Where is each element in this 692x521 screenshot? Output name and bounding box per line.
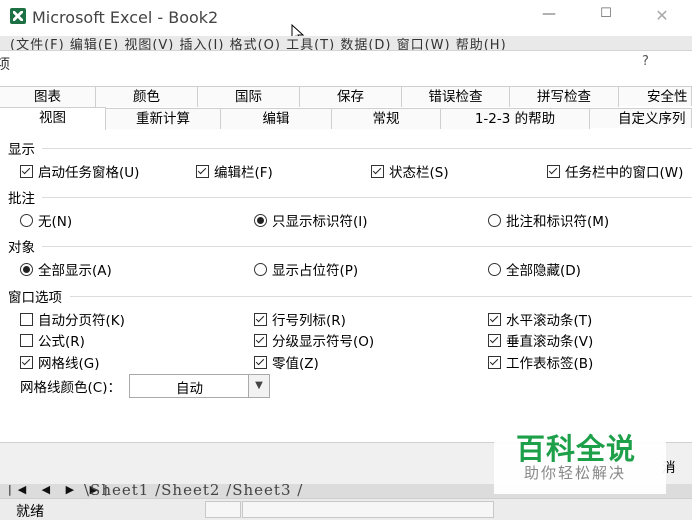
checkbox-icon[interactable] (196, 164, 209, 178)
radio-icon[interactable] (488, 213, 501, 227)
close-button[interactable]: ✕ (650, 6, 674, 30)
checkbox-icon[interactable] (20, 333, 33, 347)
tab-edit[interactable]: 编辑 (221, 108, 332, 129)
tab-color[interactable]: 颜色 (96, 86, 198, 107)
option-startup-task-pane[interactable]: 启动任务窗格(U) (20, 162, 139, 181)
tab-security[interactable]: 安全性 (619, 86, 692, 106)
option-windows-in-taskbar[interactable]: 任务栏中的窗口(W) (547, 162, 683, 181)
watermark-subtitle: 助你轻松解决 (524, 464, 627, 482)
title-bar: Microsoft Excel - Book2 — ☐ ✕ (0, 0, 692, 36)
radio-icon[interactable] (20, 262, 33, 276)
option-comments-indicator-only[interactable]: 只显示标识符(I) (254, 211, 368, 230)
tab-lotus-help[interactable]: 1-2-3 的帮助 (441, 108, 590, 129)
cancel-button[interactable]: 消 (662, 456, 692, 478)
section-divider (70, 296, 692, 297)
window-title: Microsoft Excel - Book2 (32, 8, 219, 27)
checkbox-icon[interactable] (20, 164, 33, 178)
radio-icon[interactable] (20, 213, 33, 227)
tab-calculation[interactable]: 重新计算 (106, 108, 221, 129)
gridline-color-value: 自动 (176, 381, 203, 397)
section-divider (42, 246, 692, 247)
watermark-logo: 百科全说 助你轻松解决 (494, 418, 666, 494)
tab-general[interactable]: 常规 (332, 108, 441, 129)
radio-icon[interactable] (254, 262, 267, 276)
checkbox-icon[interactable] (20, 312, 33, 326)
checkbox-icon[interactable] (488, 312, 501, 326)
minimize-button[interactable]: — (537, 6, 561, 30)
radio-icon[interactable] (254, 213, 267, 227)
tab-spelling[interactable]: 拼写检查 (510, 86, 619, 107)
section-title-window-options: 窗口选项 (8, 290, 62, 306)
tab-international[interactable]: 国际 (198, 86, 300, 107)
option-comments-and-indicator[interactable]: 批注和标识符(M) (488, 211, 609, 230)
section-title-show: 显示 (8, 142, 35, 158)
menu-bar[interactable]: (文件(F) 编辑(E) 视图(V) 插入(I) 格式(O) 工具(T) 数据(… (0, 36, 692, 50)
option-hide-all[interactable]: 全部隐藏(D) (488, 260, 581, 279)
status-text: 就绪 (16, 504, 44, 520)
section-title-objects: 对象 (8, 240, 35, 256)
option-zero-values[interactable]: 零值(Z) (254, 353, 319, 372)
option-show-placeholders[interactable]: 显示占位符(P) (254, 260, 358, 279)
option-formulas[interactable]: 公式(R) (20, 331, 85, 350)
gridline-color-select[interactable]: 自动 ▼ (129, 374, 270, 398)
chevron-down-icon[interactable]: ▼ (248, 375, 269, 397)
checkbox-icon[interactable] (254, 333, 267, 347)
section-title-comments: 批注 (8, 191, 35, 207)
help-button[interactable]: ? (642, 54, 649, 69)
option-comments-none[interactable]: 无(N) (20, 211, 72, 230)
option-page-breaks[interactable]: 自动分页符(K) (20, 310, 125, 329)
section-divider (42, 197, 692, 198)
option-show-all[interactable]: 全部显示(A) (20, 260, 112, 279)
option-status-bar[interactable]: 状态栏(S) (371, 162, 449, 181)
tab-error-checking[interactable]: 错误检查 (402, 86, 510, 107)
dialog-title: 项 (0, 57, 10, 73)
option-vertical-scrollbar[interactable]: 垂直滚动条(V) (488, 331, 593, 350)
section-divider (42, 148, 692, 149)
checkbox-icon[interactable] (371, 164, 384, 178)
checkbox-icon[interactable] (254, 312, 267, 326)
option-formula-bar[interactable]: 编辑栏(F) (196, 162, 273, 181)
excel-app-icon (10, 8, 26, 24)
checkbox-icon[interactable] (547, 164, 560, 178)
status-cell (205, 501, 241, 518)
checkbox-icon[interactable] (488, 355, 501, 369)
tab-view[interactable]: 视图 (0, 107, 106, 130)
sheet-tabs[interactable]: \Sheet1 /Sheet2 /Sheet3 / (84, 484, 303, 498)
option-gridlines[interactable]: 网格线(G) (20, 353, 100, 372)
checkbox-icon[interactable] (254, 355, 267, 369)
gridline-color-label: 网格线颜色(C)： (20, 380, 121, 396)
option-row-col-headers[interactable]: 行号列标(R) (254, 310, 346, 329)
option-horizontal-scrollbar[interactable]: 水平滚动条(T) (488, 310, 592, 329)
menu-bar-text: (文件(F) 编辑(E) 视图(V) 插入(I) 格式(O) 工具(T) 数据(… (10, 38, 507, 50)
option-sheet-tabs[interactable]: 工作表标签(B) (488, 353, 593, 372)
option-outline-symbols[interactable]: 分级显示符号(O) (254, 331, 374, 350)
status-cell (242, 501, 494, 518)
checkbox-icon[interactable] (488, 333, 501, 347)
tab-custom-lists[interactable]: 自定义序列 (590, 108, 692, 128)
maximize-button[interactable]: ☐ (594, 6, 618, 30)
radio-icon[interactable] (488, 262, 501, 276)
checkbox-icon[interactable] (20, 355, 33, 369)
tab-chart[interactable]: 图表 (0, 86, 96, 107)
tab-save[interactable]: 保存 (300, 86, 402, 107)
